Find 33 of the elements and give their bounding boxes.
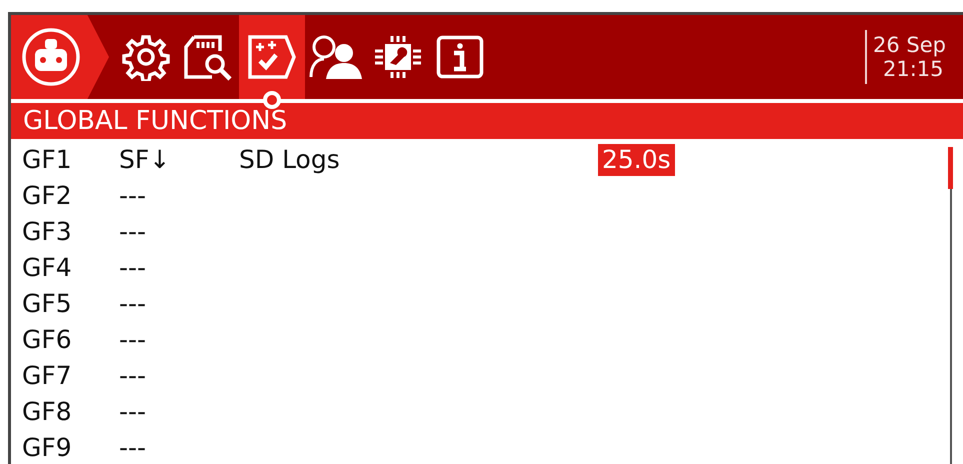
- home-button[interactable]: [11, 15, 109, 99]
- switch-text: ---: [119, 289, 146, 318]
- function-label: GF9: [22, 433, 72, 462]
- function-label: GF7: [22, 361, 72, 390]
- menu-tab[interactable]: [239, 15, 305, 99]
- switch-text: ---: [119, 181, 146, 210]
- function-name: SD Logs: [239, 145, 340, 174]
- info-icon: [436, 35, 484, 79]
- function-label: GF6: [22, 325, 72, 354]
- function-label: GF3: [22, 217, 72, 246]
- switch-text: ---: [119, 433, 146, 462]
- function-label: GF5: [22, 289, 72, 318]
- users-icon: [308, 33, 364, 81]
- switch-text: ---: [119, 361, 146, 390]
- gear-icon: [122, 33, 170, 81]
- page-title: GLOBAL FUNCTIONS: [11, 103, 963, 139]
- duration-value[interactable]: 25.0s: [598, 144, 675, 176]
- time-text: 21:15: [882, 57, 944, 81]
- radio-transmitter-icon: [21, 27, 81, 87]
- sd-card-search-icon: [182, 33, 234, 81]
- scrollbar[interactable]: [950, 147, 952, 464]
- function-label: GF8: [22, 397, 72, 426]
- chip-wrench-icon: [372, 33, 424, 81]
- function-label: GF2: [22, 181, 72, 210]
- checklist-icon: [246, 33, 298, 81]
- date-text: 26 Sep: [873, 33, 946, 57]
- function-label: GF4: [22, 253, 72, 282]
- switch-text: SF↓: [119, 145, 170, 174]
- switch-text: ---: [119, 217, 146, 246]
- switch-text: ---: [119, 397, 146, 426]
- switch-text: ---: [119, 325, 146, 354]
- switch-text: ---: [119, 253, 146, 282]
- function-label: GF1: [22, 145, 72, 174]
